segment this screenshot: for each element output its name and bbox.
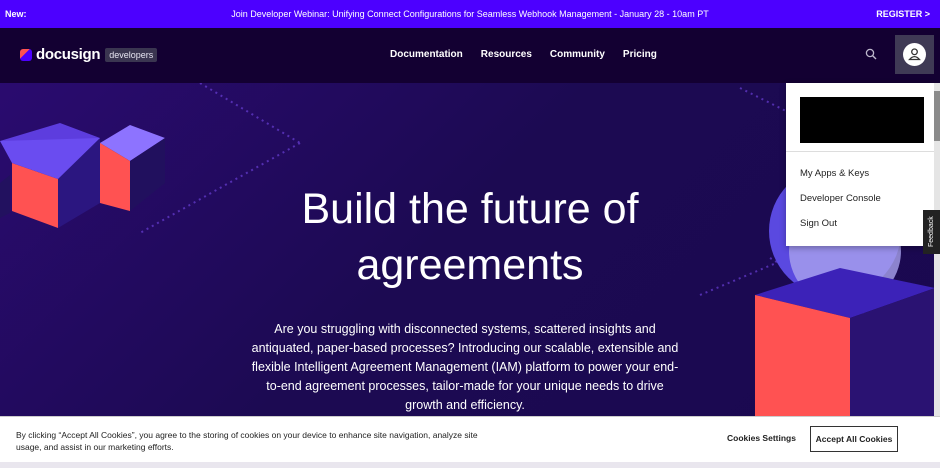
developers-badge: developers (105, 47, 158, 62)
announcement-bar: New: Join Developer Webinar: Unifying Co… (0, 0, 940, 28)
main-menu: Documentation Resources Community Pricin… (390, 49, 657, 60)
nav-pricing[interactable]: Pricing (623, 49, 657, 60)
top-navigation: docusign developers Documentation Resour… (0, 28, 940, 83)
announcement-message[interactable]: Join Developer Webinar: Unifying Connect… (0, 9, 940, 19)
nav-community[interactable]: Community (550, 49, 605, 60)
redacted-user-info (800, 97, 924, 143)
cookie-banner: By clicking “Accept All Cookies”, you ag… (0, 416, 940, 463)
divider (786, 151, 935, 152)
user-dropdown-menu: My Apps & Keys Developer Console Sign Ou… (786, 83, 935, 246)
cookies-settings-button[interactable]: Cookies Settings (727, 433, 796, 443)
menu-item-sign-out[interactable]: Sign Out (800, 218, 837, 229)
user-menu-button[interactable] (895, 35, 934, 74)
docusign-logo[interactable]: docusign developers (20, 46, 158, 63)
taskbar-strip (0, 462, 940, 468)
hero-subtitle: Are you struggling with disconnected sys… (251, 322, 679, 412)
menu-item-my-apps-keys[interactable]: My Apps & Keys (800, 168, 869, 179)
user-icon (908, 48, 921, 61)
menu-item-developer-console[interactable]: Developer Console (800, 193, 881, 204)
cookie-message: By clicking “Accept All Cookies”, you ag… (16, 430, 478, 452)
docusign-mark-icon (20, 48, 32, 61)
search-icon[interactable] (865, 48, 877, 60)
avatar (903, 43, 926, 66)
nav-resources[interactable]: Resources (481, 49, 532, 60)
hero-title: Build the future of agreements (301, 185, 639, 289)
scrollbar-thumb[interactable] (934, 91, 940, 141)
accept-all-cookies-button[interactable]: Accept All Cookies (810, 426, 898, 452)
logo-wordmark: docusign (36, 46, 101, 63)
feedback-tab[interactable]: Feedback (923, 210, 940, 254)
nav-documentation[interactable]: Documentation (390, 49, 463, 60)
register-link[interactable]: REGISTER > (876, 9, 930, 19)
